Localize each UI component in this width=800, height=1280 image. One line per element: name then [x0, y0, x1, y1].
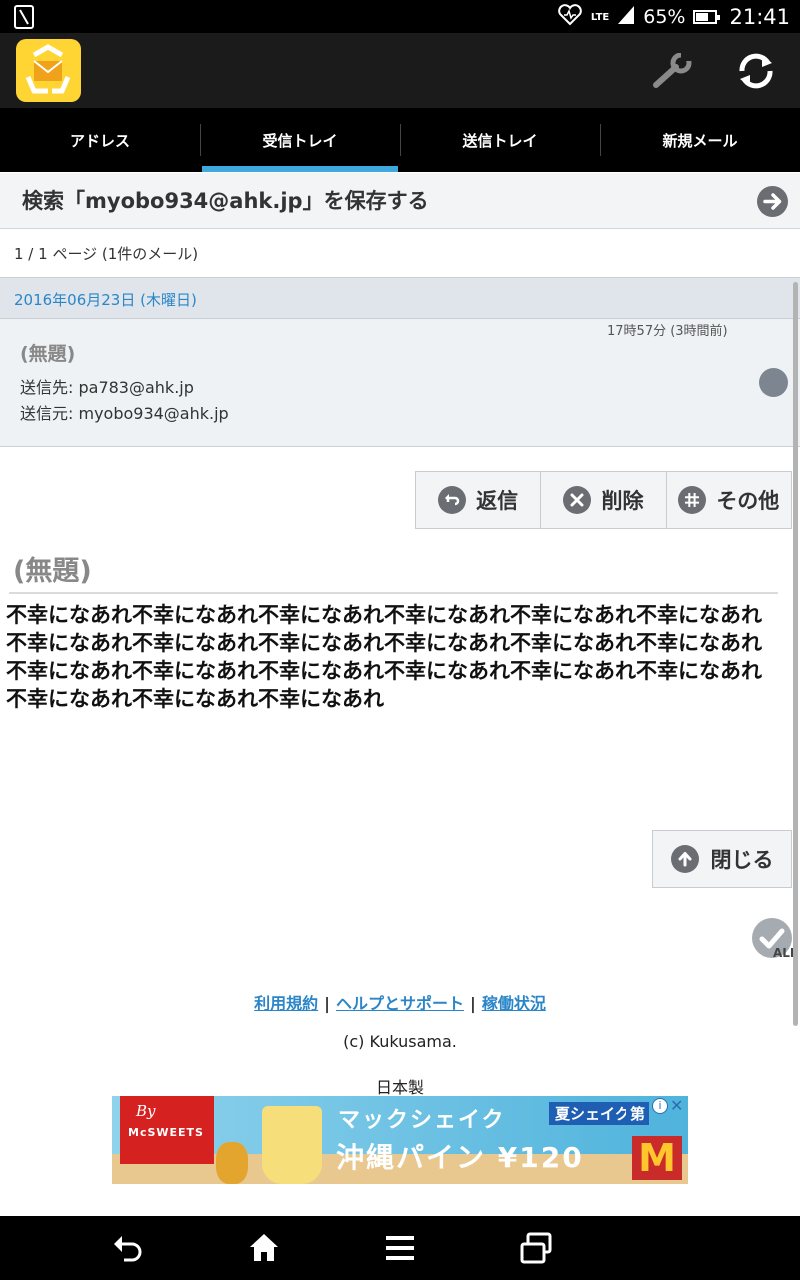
ad-title-line1: マックシェイク: [338, 1108, 506, 1133]
arrow-right-icon[interactable]: [757, 186, 788, 217]
heart-rate-icon: [557, 3, 583, 31]
ad-banner[interactable]: By McSWEETS マックシェイク 沖縄パイン ¥120 夏シェイク 第 M…: [112, 1096, 688, 1184]
ad-title-line2: 沖縄パイン ¥120: [336, 1141, 584, 1174]
footer-separator: |: [470, 994, 476, 1013]
page-info: 1 / 1 ページ (1件のメール): [14, 245, 199, 263]
shake-cup-image: [262, 1106, 322, 1184]
tab-bar: アドレス 受信トレイ 送信トレイ 新規メール: [0, 108, 800, 172]
battery-percent: 65%: [643, 6, 686, 28]
ad-tag-2: 第: [626, 1102, 650, 1125]
mail-select-toggle[interactable]: [759, 368, 788, 397]
terms-link[interactable]: 利用規約: [254, 994, 318, 1013]
back-icon[interactable]: [110, 1230, 146, 1266]
recent-apps-icon[interactable]: [518, 1230, 554, 1266]
pineapple-image: [216, 1142, 248, 1184]
app-bar: [0, 33, 800, 108]
ad-close-icon[interactable]: ✕: [670, 1096, 683, 1115]
scrollbar[interactable]: [793, 282, 798, 1026]
delete-x-icon: [563, 486, 592, 514]
help-support-link[interactable]: ヘルプとサポート: [336, 994, 464, 1013]
mail-list-item[interactable]: 17時57分 (3時間前) (無題) 送信先: pa783@ahk.jp 送信元…: [0, 319, 800, 447]
date-header: 2016年06月23日 (木曜日): [0, 277, 800, 319]
message-actions: 返信 削除 その他: [415, 471, 792, 529]
message-body: 不幸になあれ不幸になあれ不幸になあれ不幸になあれ不幸になあれ不幸になあれ不幸にな…: [6, 603, 762, 711]
delete-label: 削除: [601, 489, 644, 513]
mail-subject: (無題): [20, 343, 76, 365]
battery-fill: [696, 13, 709, 21]
signal-icon: [617, 5, 635, 30]
reply-label: 返信: [476, 489, 519, 513]
sim-card-icon: [14, 5, 34, 29]
reply-icon: [438, 486, 467, 514]
app-logo-icon[interactable]: [16, 39, 81, 102]
network-label: LTE: [590, 11, 610, 23]
more-label: その他: [716, 489, 780, 513]
home-icon[interactable]: [246, 1230, 282, 1266]
save-search-bar[interactable]: 検索「myobo934@ahk.jp」を保存する: [0, 173, 800, 229]
reply-button[interactable]: 返信: [416, 472, 542, 528]
tab-new-mail[interactable]: 新規メール: [600, 108, 800, 172]
service-status-link[interactable]: 稼働状況: [482, 994, 546, 1013]
ad-info-icon[interactable]: i: [652, 1098, 668, 1114]
close-button[interactable]: 閉じる: [652, 830, 792, 888]
menu-icon[interactable]: [382, 1230, 418, 1266]
mail-recipient: 送信先: pa783@ahk.jp: [20, 378, 194, 397]
settings-wrench-icon[interactable]: [650, 52, 692, 89]
save-search-label: 検索「myobo934@ahk.jp」を保存する: [22, 189, 429, 213]
subject-divider: [9, 592, 778, 594]
battery-icon: [693, 10, 721, 24]
made-in-japan: 日本製: [375, 1078, 424, 1097]
footer-separator: |: [324, 994, 330, 1013]
mail-time: 17時57分 (3時間前): [607, 324, 728, 339]
ad-brand-box: By McSWEETS: [120, 1096, 214, 1164]
grid-icon: [678, 486, 707, 514]
tab-address[interactable]: アドレス: [0, 108, 200, 172]
footer-links: 利用規約 | ヘルプとサポート | 稼働状況: [0, 990, 800, 1014]
ad-tag: 夏シェイク: [549, 1102, 636, 1125]
ad-brand-name: McSWEETS: [128, 1126, 204, 1139]
close-label: 閉じる: [710, 848, 774, 872]
tab-inbox[interactable]: 受信トレイ: [200, 108, 400, 172]
tab-outbox[interactable]: 送信トレイ: [400, 108, 600, 172]
arrow-up-icon: [670, 845, 699, 873]
delete-button[interactable]: 削除: [541, 472, 667, 528]
copyright: (c) Kukusama.: [343, 1032, 457, 1051]
message-subject: (無題): [13, 556, 92, 587]
mail-sender: 送信元: myobo934@ahk.jp: [20, 404, 229, 423]
ad-brand-by: By: [136, 1102, 156, 1120]
refresh-icon[interactable]: [734, 49, 778, 93]
mcdonalds-logo: M: [632, 1136, 682, 1180]
navigation-bar: [0, 1216, 800, 1280]
clock: 21:41: [729, 5, 790, 29]
status-bar: LTE 65% 21:41: [0, 0, 800, 33]
date-header-label: 2016年06月23日 (木曜日): [14, 291, 197, 309]
more-button[interactable]: その他: [667, 472, 791, 528]
